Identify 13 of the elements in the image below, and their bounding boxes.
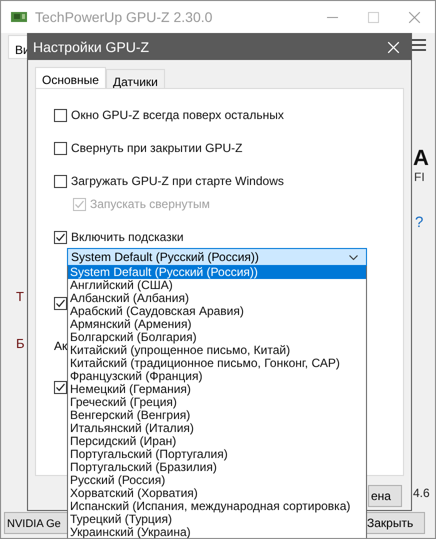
option-label: Загружать GPU-Z при старте Windows — [71, 173, 284, 190]
option-label: Включить подсказки — [71, 229, 184, 246]
label-text: FI — [414, 169, 425, 186]
option-label: Окно GPU-Z всегда поверх остальных — [71, 107, 284, 124]
logo-text: A — [413, 144, 429, 172]
option-label: Ак — [54, 338, 68, 355]
label-text: T — [16, 288, 24, 306]
option-label: Запускать свернутым — [90, 196, 210, 213]
option-label: Свернуть при закрытии GPU-Z — [71, 140, 242, 157]
window-title: TechPowerUp GPU-Z 2.30.0 — [35, 8, 212, 27]
label-text: Б — [16, 335, 25, 353]
dialog-title: Настройки GPU-Z — [33, 38, 150, 57]
version-text: 4.6 — [413, 485, 430, 502]
